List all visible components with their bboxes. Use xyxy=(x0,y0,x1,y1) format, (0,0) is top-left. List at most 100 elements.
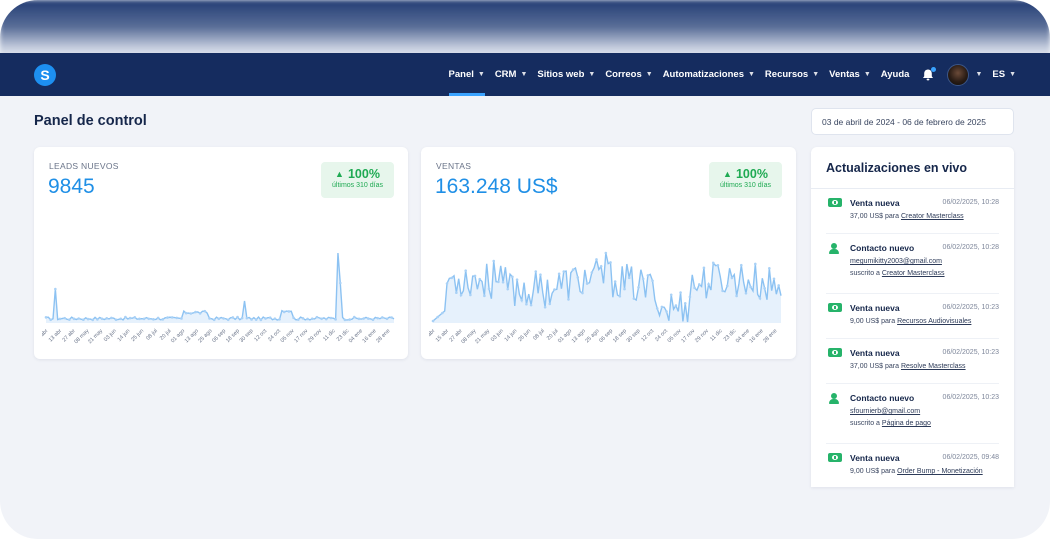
chart-point xyxy=(189,312,193,315)
nav-item-ventas[interactable]: Ventas ▼ xyxy=(829,53,871,96)
nav-item-crm[interactable]: CRM ▼ xyxy=(495,53,528,96)
x-tick-label: 28 ene xyxy=(762,328,778,344)
chart-point xyxy=(688,295,692,299)
chart-point xyxy=(683,302,687,305)
chart-point xyxy=(296,318,300,321)
chevron-down-icon: ▼ xyxy=(863,71,871,78)
feed-time: 06/02/2025, 10:28 xyxy=(942,199,999,206)
feed-detail-text: 9,00 US$ para xyxy=(850,468,898,475)
chart-point xyxy=(431,319,435,323)
language-selector[interactable]: ES ▼ xyxy=(992,53,1016,96)
nav-item-correos[interactable]: Correos ▼ xyxy=(605,53,652,96)
main-menu: Panel ▼ CRM ▼ Sitios web ▼ Correos ▼ Automat… xyxy=(439,53,1016,96)
feed-link[interactable]: Creator Masterclass xyxy=(901,213,964,220)
chart-point xyxy=(254,318,258,321)
chart-point xyxy=(128,316,132,320)
x-tick-label: 05 nov xyxy=(667,328,683,344)
feed-link[interactable]: sfournierb@gmail.com xyxy=(850,408,920,415)
nav-item-automatizaciones[interactable]: Automatizaciones ▼ xyxy=(663,53,755,96)
feed-link[interactable]: Recursos Audiovisuales xyxy=(897,318,971,325)
x-tick-label: 03 jun xyxy=(103,328,118,343)
live-feed-item[interactable]: Contacto nuevo 06/02/2025, 10:23 sfournier… xyxy=(826,384,999,444)
chart-point xyxy=(315,315,319,319)
chart-point xyxy=(100,317,104,321)
live-feed-item[interactable]: Venta nueva 06/02/2025, 10:23 37,00 US$ pa… xyxy=(826,339,999,384)
feed-link[interactable]: Página de pago xyxy=(882,420,931,427)
leads-card: LEADS NUEVOS 9845 ▲ 100% últimos 310 días… xyxy=(34,147,408,359)
nav-item-label: Ayuda xyxy=(880,69,910,80)
x-tick-label: 21 may xyxy=(474,328,491,345)
chart-point xyxy=(357,317,361,321)
nav-item-panel[interactable]: Panel ▼ xyxy=(448,53,486,96)
feed-link[interactable]: megumikitty2003@gmail.com xyxy=(850,258,942,265)
chart-point xyxy=(529,303,533,307)
notifications-bell-icon[interactable] xyxy=(921,66,937,82)
up-arrow-icon: ▲ xyxy=(335,169,344,179)
change-badge: ▲ 100% últimos 310 días xyxy=(321,162,394,198)
live-feed-list: Venta nueva 06/02/2025, 10:28 37,00 US$ pa… xyxy=(811,189,1014,487)
sales-card: VENTAS 163.248 US$ ▲ 100% últimos 310 día… xyxy=(421,147,796,359)
nav-item-ayuda[interactable]: Ayuda xyxy=(881,53,910,96)
chart-point xyxy=(91,318,95,322)
chart-point xyxy=(585,282,589,285)
nav-item-sitios-web[interactable]: Sitios web ▼ xyxy=(537,53,595,96)
chart-point xyxy=(292,316,295,320)
chart-point xyxy=(707,282,710,286)
leads-chart[interactable]: 03 abr13 abr27 abr08 may21 may03 jun14 j… xyxy=(42,211,402,351)
nav-item-recursos[interactable]: Recursos ▼ xyxy=(765,53,819,96)
sales-chart[interactable]: 03 abr15 abr27 abr08 may21 may03 jun14 j… xyxy=(429,211,789,351)
chart-point xyxy=(711,261,715,265)
chevron-down-icon: ▼ xyxy=(812,71,820,78)
feed-type: Contacto nuevo xyxy=(850,243,915,253)
chart-point xyxy=(627,276,631,280)
chart-point xyxy=(725,284,729,288)
chart-point xyxy=(553,288,556,291)
chart-point xyxy=(763,286,766,290)
card-value: 163.248 US$ xyxy=(435,175,558,198)
chart-point xyxy=(721,289,724,293)
x-tick-label: 13 ago xyxy=(184,328,200,344)
chart-point xyxy=(487,287,491,291)
feed-link[interactable]: Creator Masterclass xyxy=(882,270,945,277)
live-feed-item[interactable]: Venta nueva 06/02/2025, 09:48 9,00 US$ par… xyxy=(826,444,999,487)
chart-point xyxy=(637,286,640,289)
chart-point xyxy=(161,318,165,321)
feed-link[interactable]: Resolve Masterclass xyxy=(901,363,966,370)
chart-point xyxy=(231,316,235,319)
chart-point xyxy=(609,261,612,264)
page-title: Panel de control xyxy=(34,113,147,129)
chart-point xyxy=(641,277,645,281)
chart-point xyxy=(259,318,263,322)
chart-point xyxy=(595,258,598,261)
feed-detail: 37,00 US$ para Creator Masterclass xyxy=(850,213,964,220)
chevron-down-icon: ▼ xyxy=(975,71,983,78)
date-range-picker[interactable]: 03 de abril de 2024 - 06 de febrero de 2… xyxy=(811,108,1014,135)
chart-point xyxy=(282,310,286,314)
live-feed-item[interactable]: Contacto nuevo 06/02/2025, 10:28 megumikit… xyxy=(826,234,999,294)
chart-point xyxy=(768,267,771,270)
avatar-menu-toggle[interactable]: ▼ xyxy=(975,53,982,96)
x-tick-label: 04 ene xyxy=(348,328,364,344)
chart-point xyxy=(613,280,617,283)
nav-item-label: Ventas xyxy=(829,69,860,80)
top-navbar: S Panel ▼ CRM ▼ Sitios web ▼ Correos ▼ Autom… xyxy=(0,53,1050,96)
chart-point xyxy=(58,317,62,321)
chart-point xyxy=(96,318,99,321)
chart-point xyxy=(138,317,141,321)
user-avatar[interactable] xyxy=(947,63,970,86)
logo[interactable]: S xyxy=(34,64,56,86)
feed-link[interactable]: Order Bump - Monetización xyxy=(897,468,983,475)
chart-point xyxy=(739,263,743,267)
chart-point xyxy=(324,317,328,321)
chart-point xyxy=(156,316,160,320)
chart-point xyxy=(212,318,216,322)
money-icon xyxy=(828,348,842,357)
live-feed-item[interactable]: Venta nueva 06/02/2025, 10:28 37,00 US$ pa… xyxy=(826,189,999,234)
feed-time: 06/02/2025, 10:23 xyxy=(942,349,999,356)
chart-point xyxy=(236,315,239,319)
live-feed-item[interactable]: Venta nueva 06/02/2025, 10:23 9,00 US$ par… xyxy=(826,294,999,339)
chart-point xyxy=(203,309,207,313)
chart-point xyxy=(539,273,542,277)
x-tick-label: 25 ago xyxy=(584,328,600,344)
chart-point xyxy=(226,318,230,322)
